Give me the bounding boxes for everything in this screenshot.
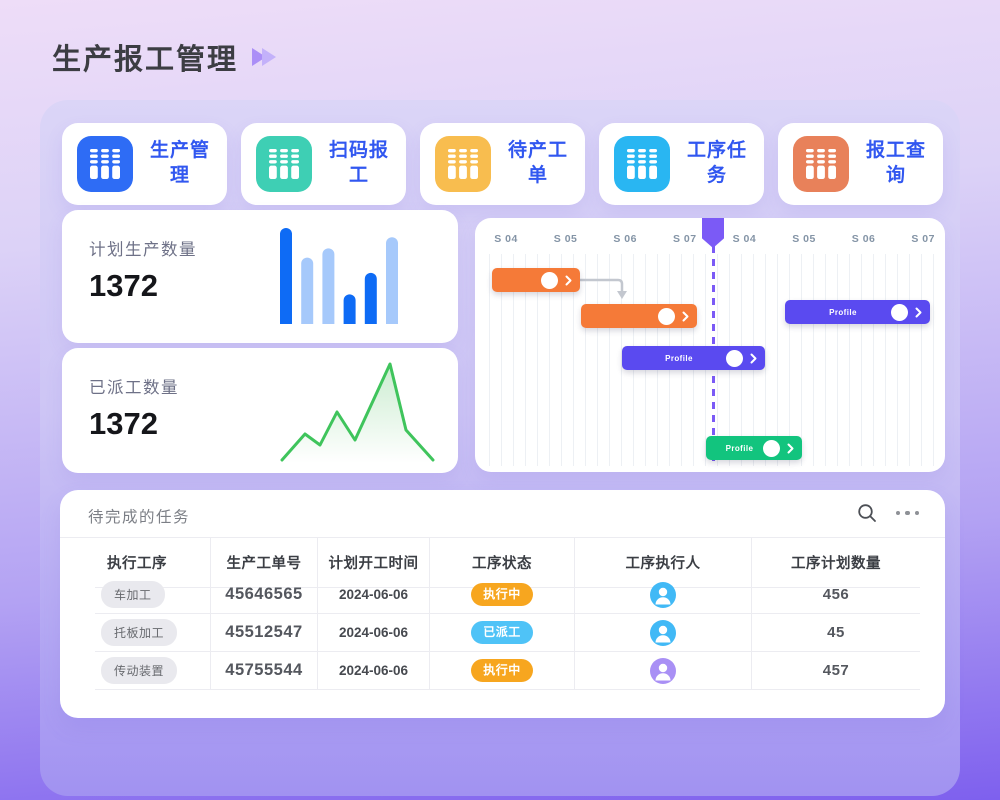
process-badge: 传动装置 bbox=[101, 657, 177, 684]
page-title: 生产报工管理 bbox=[52, 36, 238, 78]
chevron-right-icon bbox=[750, 353, 757, 364]
order-number: 45512547 bbox=[225, 623, 302, 642]
gantt-bar-label: Profile bbox=[795, 308, 891, 317]
status-badge: 执行中 bbox=[471, 583, 533, 606]
dispatched-line-chart bbox=[280, 362, 436, 463]
books-icon bbox=[793, 136, 849, 192]
table-row-cell: 执行中 bbox=[430, 576, 575, 614]
table-row-cell[interactable]: 车加工 bbox=[95, 576, 211, 614]
table-row-cell: 456 bbox=[752, 576, 920, 614]
stat-label: 计划生产数量 bbox=[89, 236, 197, 260]
stat-value: 1372 bbox=[89, 406, 158, 442]
nav-item-label: 生产管理 bbox=[133, 139, 227, 188]
nav-item-production-management[interactable]: 生产管理 bbox=[62, 123, 227, 205]
timeline-label: S 06 bbox=[613, 233, 637, 245]
user-avatar-icon[interactable] bbox=[650, 582, 676, 608]
gantt-chart: S 04 S 05 S 06 S 07 S 04 S 05 S 06 S 07 Profile… bbox=[475, 218, 945, 472]
table-row-cell: 45 bbox=[752, 614, 920, 652]
planned-qty: 457 bbox=[823, 662, 850, 679]
gantt-bar[interactable] bbox=[581, 304, 697, 328]
order-number: 45755544 bbox=[225, 661, 302, 680]
ellipsis-icon[interactable] bbox=[896, 511, 920, 516]
pending-tasks-table: 执行工序 生产工单号 计划开工时间 工序状态 工序执行人 工序计划数量 车加工 … bbox=[95, 538, 920, 690]
gantt-bar-label: Profile bbox=[632, 354, 726, 363]
nav-item-report-query[interactable]: 报工查询 bbox=[778, 123, 943, 205]
chevron-right-icon bbox=[787, 443, 794, 454]
timeline-label: S 05 bbox=[792, 233, 816, 245]
dispatched-card: 已派工数量 1372 bbox=[62, 348, 458, 473]
user-avatar-icon[interactable] bbox=[650, 658, 676, 684]
drag-handle-icon[interactable] bbox=[541, 272, 558, 289]
timeline-label: S 07 bbox=[911, 233, 935, 245]
nav-item-process-tasks[interactable]: 工序任务 bbox=[599, 123, 764, 205]
status-badge: 已派工 bbox=[471, 621, 533, 644]
nav-item-label: 报工查询 bbox=[849, 139, 943, 188]
timeline-label: S 04 bbox=[733, 233, 757, 245]
table-row-cell: 2024-06-06 bbox=[318, 614, 430, 652]
main-panel: 生产管理 扫码报工 待产工单 工序任务 报工查询 bbox=[40, 100, 960, 796]
table-row-cell: 45755544 bbox=[211, 652, 318, 690]
nav-item-scan-report[interactable]: 扫码报工 bbox=[241, 123, 406, 205]
table-title: 待完成的任务 bbox=[88, 505, 190, 527]
planned-qty: 45 bbox=[827, 624, 845, 641]
table-row-cell: 457 bbox=[752, 652, 920, 690]
gantt-bar-label: Profile bbox=[716, 444, 763, 453]
timeline-label: S 07 bbox=[673, 233, 697, 245]
chevron-right-icon bbox=[565, 275, 572, 286]
table-row-cell bbox=[575, 614, 752, 652]
nav-item-pending-orders[interactable]: 待产工单 bbox=[420, 123, 585, 205]
gantt-bar[interactable]: Profile bbox=[622, 346, 765, 370]
table-row-cell[interactable]: 传动装置 bbox=[95, 652, 211, 690]
planned-qty: 456 bbox=[823, 586, 850, 603]
start-date: 2024-06-06 bbox=[339, 625, 408, 640]
nav-item-label: 待产工单 bbox=[491, 139, 585, 188]
table-header-bar: 待完成的任务 bbox=[60, 490, 945, 538]
table-row-cell: 45646565 bbox=[211, 576, 318, 614]
planned-production-card: 计划生产数量 1372 bbox=[62, 210, 458, 343]
timeline-label: S 05 bbox=[554, 233, 578, 245]
chevron-right-icon bbox=[682, 311, 689, 322]
table-row-cell: 执行中 bbox=[430, 652, 575, 690]
nav-row: 生产管理 扫码报工 待产工单 工序任务 报工查询 bbox=[62, 123, 943, 205]
books-icon bbox=[435, 136, 491, 192]
timeline-label: S 06 bbox=[852, 233, 876, 245]
play-arrow-icon bbox=[262, 48, 276, 66]
current-time-marker-icon[interactable] bbox=[702, 218, 724, 248]
page-header: 生产报工管理 bbox=[52, 36, 276, 78]
nav-item-label: 扫码报工 bbox=[312, 139, 406, 188]
timeline-label: S 04 bbox=[494, 233, 518, 245]
status-badge: 执行中 bbox=[471, 659, 533, 682]
gantt-bar[interactable]: Profile bbox=[706, 436, 802, 460]
chevron-right-icon bbox=[915, 307, 922, 318]
drag-handle-icon[interactable] bbox=[658, 308, 675, 325]
books-icon bbox=[256, 136, 312, 192]
stat-value: 1372 bbox=[89, 268, 158, 304]
stat-label: 已派工数量 bbox=[89, 374, 179, 398]
start-date: 2024-06-06 bbox=[339, 663, 408, 678]
nav-item-label: 工序任务 bbox=[670, 139, 764, 188]
gantt-bar[interactable] bbox=[492, 268, 580, 292]
process-badge: 车加工 bbox=[101, 581, 165, 608]
table-row-cell bbox=[575, 652, 752, 690]
drag-handle-icon[interactable] bbox=[726, 350, 743, 367]
books-icon bbox=[614, 136, 670, 192]
table-row-cell: 已派工 bbox=[430, 614, 575, 652]
table-row-cell: 2024-06-06 bbox=[318, 652, 430, 690]
gantt-bar[interactable]: Profile bbox=[785, 300, 930, 324]
pending-tasks-card: 待完成的任务 执行工序 生产工单号 计划开工时间 工序状态 工序执行人 工序计划… bbox=[60, 490, 945, 718]
table-row-cell bbox=[575, 576, 752, 614]
table-row-cell: 2024-06-06 bbox=[318, 576, 430, 614]
books-icon bbox=[77, 136, 133, 192]
table-row-cell: 45512547 bbox=[211, 614, 318, 652]
user-avatar-icon[interactable] bbox=[650, 620, 676, 646]
drag-handle-icon[interactable] bbox=[891, 304, 908, 321]
order-number: 45646565 bbox=[225, 585, 302, 604]
drag-handle-icon[interactable] bbox=[763, 440, 780, 457]
table-row-cell[interactable]: 托板加工 bbox=[95, 614, 211, 652]
planned-production-bar-chart bbox=[280, 228, 402, 324]
search-icon[interactable] bbox=[856, 502, 878, 524]
process-badge: 托板加工 bbox=[101, 619, 177, 646]
start-date: 2024-06-06 bbox=[339, 587, 408, 602]
